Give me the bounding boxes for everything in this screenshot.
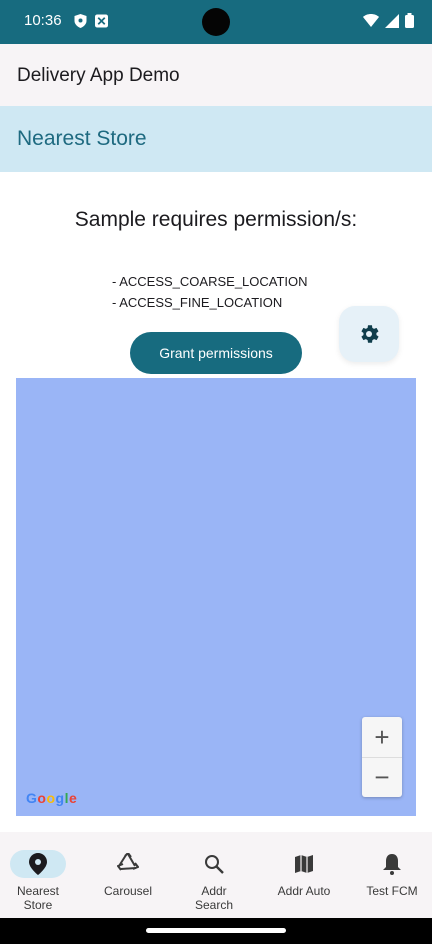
nav-label-test-fcm: Test FCM [366,884,418,898]
permission-item: - ACCESS_COARSE_LOCATION [112,274,308,289]
camera-cutout [202,8,230,36]
recycle-icon [117,853,139,871]
app-bar: Delivery App Demo [0,44,432,106]
nav-label-addr-auto: Addr Auto [277,884,331,898]
nav-item-addr-search[interactable]: Addr Search [178,832,250,918]
permissions-heading: Sample requires permission/s: [74,208,358,231]
nav-item-carousel[interactable]: Carousel [92,832,164,918]
notification-icon [95,14,108,28]
nav-item-test-fcm[interactable]: Test FCM [356,832,428,918]
app-title: Delivery App Demo [17,65,180,86]
zoom-out-button[interactable]: − [362,757,402,797]
system-gesture-bar [0,918,432,944]
nav-item-nearest-store[interactable]: Nearest Store [2,832,74,918]
nav-label-nearest-store: Nearest Store [16,884,60,912]
home-indicator[interactable] [146,928,286,933]
status-time: 10:36 [24,12,62,29]
settings-button[interactable] [339,306,399,362]
permissions-list: - ACCESS_COARSE_LOCATION - ACCESS_FINE_L… [112,271,308,313]
map-icon [295,855,313,873]
zoom-controls: + − [362,717,402,797]
bottom-navigation: Nearest Store Carousel Addr Search Addr … [0,832,432,918]
search-icon [205,855,224,874]
shield-icon [74,14,87,28]
gear-icon [361,325,379,343]
battery-icon [405,13,414,28]
permission-item: - ACCESS_FINE_LOCATION [112,295,283,310]
bell-icon [383,854,401,875]
signal-icon [385,13,399,28]
grant-permissions-button[interactable]: Grant permissions [130,332,302,374]
status-bar: 10:36 [0,0,432,44]
google-logo: Google [26,790,78,806]
location-pin-icon [29,853,47,875]
nav-label-carousel: Carousel [103,884,153,898]
zoom-in-button[interactable]: + [362,717,402,757]
wifi-icon [363,14,379,27]
section-title: Nearest Store [17,127,147,150]
nav-item-addr-auto[interactable]: Addr Auto [268,832,340,918]
section-header: Nearest Store [0,106,432,172]
nav-label-addr-search: Addr Search [194,884,234,912]
map-view[interactable] [16,378,416,816]
